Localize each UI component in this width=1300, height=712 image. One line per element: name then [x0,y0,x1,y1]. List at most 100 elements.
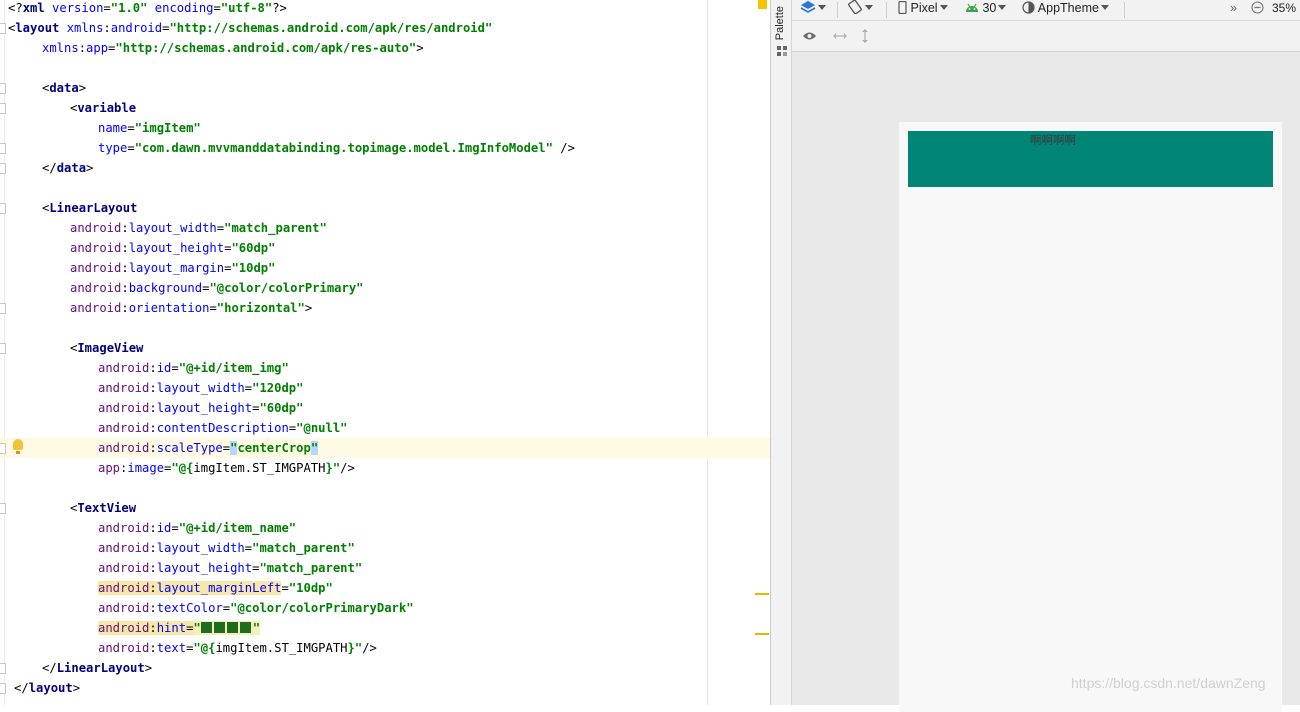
code-line[interactable]: android:textColor="@color/colorPrimaryDa… [0,598,770,618]
fold-marker-icon[interactable] [0,83,6,94]
code-token: layout_height [156,401,253,415]
editor-scrollbar[interactable] [754,0,770,705]
lightbulb-icon[interactable] [13,439,23,454]
device-preview-screen[interactable]: 啊啊啊啊 [899,122,1282,712]
code-token: layout_height [156,561,253,575]
inspection-status-icon[interactable] [758,0,767,9]
code-token: : [149,561,157,575]
code-line[interactable]: <layout xmlns:android="http://schemas.an… [0,18,770,38]
code-line[interactable]: type="com.dawn.mvvmanddatabinding.topima… [0,138,770,158]
toolbar-divider [886,2,887,18]
code-line[interactable]: android:scaleType="centerCrop" [0,438,770,458]
code-token: : [103,21,111,35]
fold-marker-icon[interactable] [0,503,6,514]
code-token: "horizontal" [216,301,305,315]
code-line[interactable]: name="imgItem" [0,118,770,138]
code-token: version [52,1,104,15]
fold-marker-icon[interactable] [0,23,6,34]
code-line[interactable]: <TextView [0,498,770,518]
code-token: layout_height [128,241,225,255]
fold-marker-icon[interactable] [0,143,6,154]
text-view-hint[interactable]: 啊啊啊啊 [1030,132,1076,148]
expand-horizontal-icon[interactable] [832,31,848,41]
code-line[interactable]: android:layout_height="60dp" [0,398,770,418]
code-line[interactable]: app:image="@{imgItem.ST_IMGPATH}"/> [0,458,770,478]
code-token: "match_parent" [224,221,327,235]
code-line[interactable]: android:layout_width="match_parent" [0,218,770,238]
code-editor[interactable]: <?xml version="1.0" encoding="utf-8"?> <l… [0,0,770,705]
code-token: android [98,381,150,395]
code-line[interactable]: android:orientation="horizontal"> [0,298,770,318]
device-dropdown[interactable]: Pixel [898,0,948,18]
fold-marker-icon[interactable] [0,443,6,454]
code-line[interactable]: android:text="@{imgItem.ST_IMGPATH}"/> [0,638,770,658]
code-line[interactable] [0,318,770,338]
fold-marker-icon[interactable] [0,203,6,214]
code-line[interactable]: <LinearLayout [0,198,770,218]
warning-marker[interactable] [755,633,769,635]
code-line[interactable]: android:layout_height="match_parent" [0,558,770,578]
code-text: type="com.dawn.mvvmanddatabinding.topima… [98,138,575,158]
code-text: <data> [42,78,86,98]
zoom-out-button[interactable] [1251,0,1264,18]
fold-marker-icon[interactable] [0,163,6,174]
device-label: Pixel [910,1,938,15]
code-line[interactable]: </data> [0,158,770,178]
zoom-out-icon [1251,1,1264,14]
code-line[interactable]: xmlns:app="http://schemas.android.com/ap… [0,38,770,58]
palette-tab[interactable]: Palette [774,6,786,40]
code-token: app [86,41,109,55]
code-text: android:id="@+id/item_name" [98,518,296,538]
code-token: </ [42,161,57,175]
code-line[interactable]: android:background="@color/colorPrimary" [0,278,770,298]
fold-marker-icon[interactable] [0,663,6,674]
api-level-dropdown[interactable]: 30 [965,0,1007,18]
code-line[interactable]: <variable [0,98,770,118]
code-line[interactable]: android:id="@+id/item_img" [0,358,770,378]
fold-marker-icon[interactable] [0,303,6,314]
fold-marker-icon[interactable] [0,343,6,354]
code-token: /> [362,641,377,655]
code-text: android:layout_width="match_parent" [70,218,327,238]
warning-marker[interactable] [755,593,769,595]
code-token: : [149,601,157,615]
code-line[interactable]: </LinearLayout> [0,658,770,678]
code-line[interactable]: android:layout_marginLeft="10dp" [0,578,770,598]
code-line[interactable]: <data> [0,78,770,98]
code-text: android:hint=" " [98,618,261,638]
code-line[interactable] [0,178,770,198]
code-token: data [49,81,79,95]
code-line[interactable]: android:layout_width="120dp" [0,378,770,398]
code-token: android [98,581,150,595]
code-token: : [149,401,157,415]
expand-vertical-icon[interactable] [860,28,870,44]
fold-marker-icon[interactable] [0,683,6,694]
code-line[interactable]: android:layout_margin="10dp" [0,258,770,278]
code-line[interactable] [0,478,770,498]
code-line[interactable]: android:id="@+id/item_name" [0,518,770,538]
code-line[interactable]: android:layout_width="match_parent" [0,538,770,558]
linear-layout-preview[interactable]: 啊啊啊啊 [908,131,1273,187]
code-token: hint [156,621,187,635]
code-line[interactable]: android:contentDescription="@null" [0,418,770,438]
code-token: "imgItem" [134,121,201,135]
layers-dropdown[interactable] [800,0,826,18]
chevron-down-icon [865,5,873,10]
overflow-button[interactable]: » [1230,0,1237,18]
design-secondary-toolbar [792,21,1300,52]
code-line[interactable]: <ImageView [0,338,770,358]
code-token: > [144,661,153,675]
code-line[interactable]: <?xml version="1.0" encoding="utf-8"?> [0,0,770,18]
eye-icon[interactable] [802,31,817,41]
code-line[interactable]: android:layout_height="60dp" [0,238,770,258]
code-line[interactable]: </layout> [0,678,770,698]
code-token: data [56,161,87,175]
code-token: /> [552,141,575,155]
orientation-dropdown[interactable] [847,0,873,18]
code-token: name [98,121,128,135]
theme-dropdown[interactable]: AppTheme [1022,0,1109,18]
palette-tool-strip[interactable]: Palette [770,0,792,705]
code-line[interactable]: android:hint=" " [0,618,770,638]
fold-marker-icon[interactable] [0,103,6,114]
code-line[interactable] [0,58,770,78]
